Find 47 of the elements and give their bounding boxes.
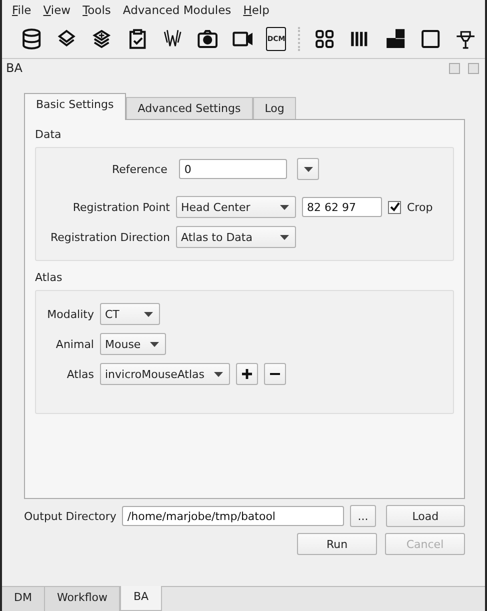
database-icon[interactable] <box>20 26 44 52</box>
tab[interactable]: Workflow <box>44 587 120 611</box>
dropdown-arrow-icon <box>150 342 159 346</box>
dropdown[interactable]: Atlas to Data <box>176 226 296 248</box>
menu-item[interactable]: Help <box>243 3 270 17</box>
field-label: Atlas <box>66 368 94 380</box>
tab[interactable]: BA <box>120 586 162 611</box>
group-title: Data <box>35 128 62 141</box>
dropdown[interactable]: Head Center <box>176 196 296 218</box>
add-button[interactable] <box>236 363 258 385</box>
dropdown[interactable]: CT <box>100 303 160 325</box>
tab[interactable]: Basic Settings <box>24 93 126 120</box>
plus-icon <box>242 369 252 379</box>
group-title: Atlas <box>35 271 64 284</box>
browse-button[interactable]: ... <box>350 505 376 527</box>
remove-button[interactable] <box>264 363 286 385</box>
field-label: Registration Direction <box>49 230 170 244</box>
load-button[interactable]: Load <box>386 505 465 527</box>
menu-item[interactable]: File <box>12 3 32 17</box>
tab[interactable]: Log <box>252 97 296 119</box>
dropdown-arrow-icon <box>144 312 153 316</box>
check-icon <box>390 202 400 212</box>
panel-title: BA <box>6 61 22 75</box>
dropdown-arrow-icon <box>280 234 289 240</box>
checkbox[interactable] <box>388 200 401 214</box>
input-field[interactable]: 82 62 97 <box>302 197 382 217</box>
menu-item[interactable]: Advanced Modules <box>122 3 232 17</box>
field-label: Output Directory <box>24 510 116 522</box>
tab[interactable]: DM <box>2 587 45 611</box>
menu-item[interactable]: View <box>43 3 71 17</box>
field-label: Reference <box>112 162 168 176</box>
field-label: Registration Point <box>72 200 170 214</box>
dropdown-arrow-icon <box>214 372 223 376</box>
tab[interactable]: Advanced Settings <box>126 97 253 119</box>
field-label: Animal <box>54 338 94 350</box>
action-button[interactable]: Run <box>297 533 377 555</box>
input-field[interactable]: 0 <box>179 159 288 179</box>
dropdown-button[interactable] <box>297 158 320 180</box>
dropdown[interactable]: invicroMouseAtlas <box>100 363 230 385</box>
dropdown-arrow-icon <box>280 204 289 210</box>
menu-item[interactable]: Tools <box>82 3 111 17</box>
minus-icon <box>270 373 280 375</box>
dropdown[interactable]: Mouse <box>100 333 166 355</box>
checkbox-label: Crop <box>407 200 433 214</box>
field-label: Modality <box>46 308 94 320</box>
input-field[interactable]: /home/marjobe/tmp/batool <box>122 506 344 526</box>
dropdown-arrow-icon <box>304 166 313 172</box>
